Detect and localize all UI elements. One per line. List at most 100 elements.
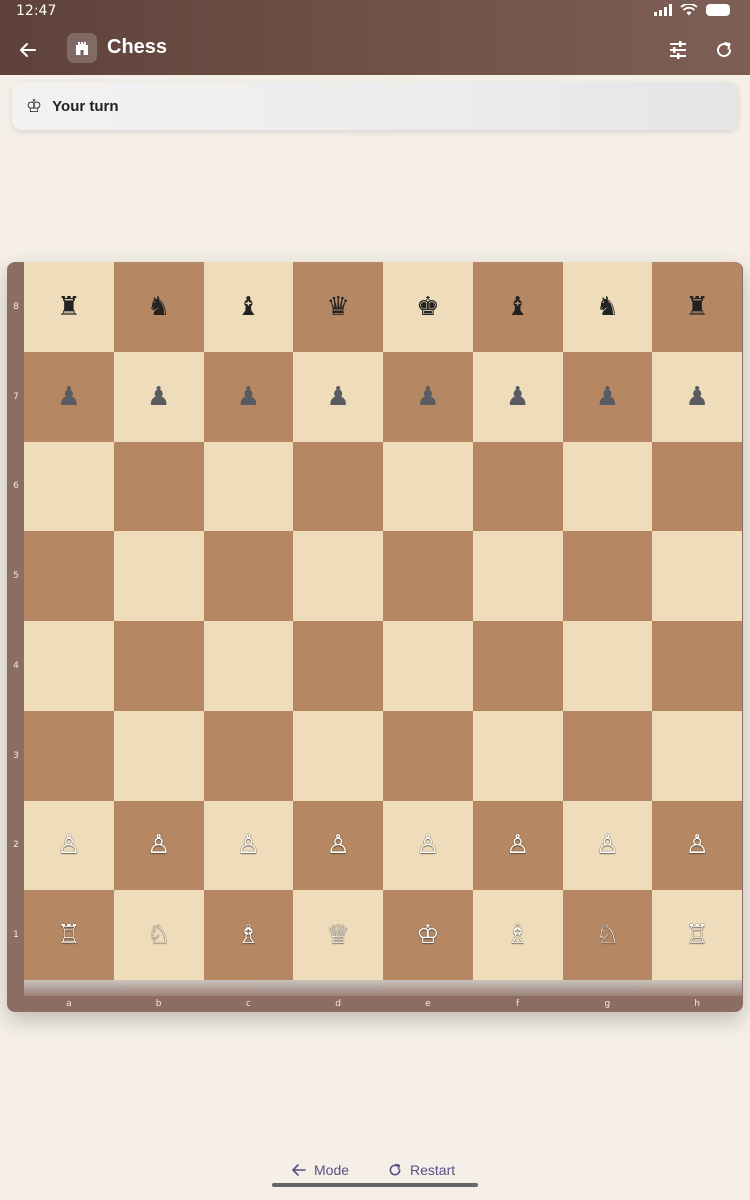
square-g5[interactable] xyxy=(562,531,653,621)
square-c7[interactable]: ♟ xyxy=(203,351,294,442)
square-f2[interactable]: ♙ xyxy=(472,800,563,891)
back-button[interactable] xyxy=(12,34,44,66)
square-e7[interactable]: ♟ xyxy=(383,351,473,442)
black-pawn-piece[interactable]: ♟ xyxy=(57,384,80,410)
square-e4[interactable] xyxy=(383,621,473,711)
square-b6[interactable] xyxy=(113,441,204,532)
square-h7[interactable]: ♟ xyxy=(652,351,742,442)
square-b5[interactable] xyxy=(113,531,204,621)
white-pawn-piece[interactable]: ♙ xyxy=(416,832,439,858)
square-g6[interactable] xyxy=(562,441,653,532)
black-pawn-piece[interactable]: ♟ xyxy=(506,384,529,410)
square-h3[interactable] xyxy=(652,710,742,801)
black-pawn-piece[interactable]: ♟ xyxy=(147,384,170,410)
white-pawn-piece[interactable]: ♙ xyxy=(147,832,170,858)
white-pawn-piece[interactable]: ♙ xyxy=(237,832,260,858)
square-e2[interactable]: ♙ xyxy=(383,800,473,891)
square-f7[interactable]: ♟ xyxy=(472,351,563,442)
square-a6[interactable] xyxy=(24,441,114,532)
white-pawn-piece[interactable]: ♙ xyxy=(326,832,349,858)
square-b7[interactable]: ♟ xyxy=(113,351,204,442)
square-h2[interactable]: ♙ xyxy=(652,800,742,891)
square-a1[interactable]: ♖ xyxy=(24,890,114,980)
black-pawn-piece[interactable]: ♟ xyxy=(237,384,260,410)
square-f8[interactable]: ♝ xyxy=(472,262,563,352)
square-h6[interactable] xyxy=(652,441,742,532)
white-bishop-piece[interactable]: ♗ xyxy=(506,922,529,948)
white-knight-piece[interactable]: ♘ xyxy=(596,922,619,948)
square-b1[interactable]: ♘ xyxy=(113,890,204,980)
black-bishop-piece[interactable]: ♝ xyxy=(506,294,529,320)
square-b8[interactable]: ♞ xyxy=(113,262,204,352)
white-rook-piece[interactable]: ♖ xyxy=(685,922,708,948)
square-a8[interactable]: ♜ xyxy=(24,262,114,352)
square-g2[interactable]: ♙ xyxy=(562,800,653,891)
white-pawn-piece[interactable]: ♙ xyxy=(57,832,80,858)
black-rook-piece[interactable]: ♜ xyxy=(57,294,80,320)
square-d1[interactable]: ♕ xyxy=(293,890,383,980)
square-g1[interactable]: ♘ xyxy=(562,890,653,980)
square-b3[interactable] xyxy=(113,710,204,801)
square-d3[interactable] xyxy=(293,710,383,801)
black-pawn-piece[interactable]: ♟ xyxy=(685,384,708,410)
square-d7[interactable]: ♟ xyxy=(293,351,383,442)
square-c3[interactable] xyxy=(203,710,294,801)
square-c2[interactable]: ♙ xyxy=(203,800,294,891)
black-pawn-piece[interactable]: ♟ xyxy=(326,384,349,410)
black-knight-piece[interactable]: ♞ xyxy=(147,294,170,320)
chess-board[interactable]: ♜ ♞ ♝ ♛ ♚ ♝ ♞ ♜ ♟ ♟ ♟ ♟ ♟ ♟ ♟ ♟ ♙ ♙ ♙ ♙ ♙ ♙ ♙ ♙ ♖ ♘ ♗ ♕ ♔ ♗ ♘ ♖ xyxy=(24,262,742,980)
square-d5[interactable] xyxy=(293,531,383,621)
square-c5[interactable] xyxy=(203,531,294,621)
square-d4[interactable] xyxy=(293,621,383,711)
mode-button[interactable]: Mode xyxy=(292,1162,349,1178)
settings-button[interactable] xyxy=(662,34,694,66)
white-pawn-piece[interactable]: ♙ xyxy=(506,832,529,858)
white-pawn-piece[interactable]: ♙ xyxy=(685,832,708,858)
square-e3[interactable] xyxy=(383,710,473,801)
square-f4[interactable] xyxy=(472,621,563,711)
square-h4[interactable] xyxy=(652,621,742,711)
black-bishop-piece[interactable]: ♝ xyxy=(237,294,260,320)
square-f1[interactable]: ♗ xyxy=(472,890,563,980)
square-a4[interactable] xyxy=(24,621,114,711)
square-d2[interactable]: ♙ xyxy=(293,800,383,891)
black-rook-piece[interactable]: ♜ xyxy=(685,294,708,320)
square-d8[interactable]: ♛ xyxy=(293,262,383,352)
square-f3[interactable] xyxy=(472,710,563,801)
white-bishop-piece[interactable]: ♗ xyxy=(237,922,260,948)
restart-button[interactable]: Restart xyxy=(388,1162,455,1178)
square-a3[interactable] xyxy=(24,710,114,801)
black-pawn-piece[interactable]: ♟ xyxy=(416,384,439,410)
black-queen-piece[interactable]: ♛ xyxy=(326,294,349,320)
square-e8[interactable]: ♚ xyxy=(383,262,473,352)
square-g4[interactable] xyxy=(562,621,653,711)
square-g7[interactable]: ♟ xyxy=(562,351,653,442)
square-h5[interactable] xyxy=(652,531,742,621)
refresh-button[interactable] xyxy=(708,34,740,66)
square-g3[interactable] xyxy=(562,710,653,801)
white-knight-piece[interactable]: ♘ xyxy=(147,922,170,948)
square-b2[interactable]: ♙ xyxy=(113,800,204,891)
square-e6[interactable] xyxy=(383,441,473,532)
square-a2[interactable]: ♙ xyxy=(24,800,114,891)
white-pawn-piece[interactable]: ♙ xyxy=(596,832,619,858)
square-d6[interactable] xyxy=(293,441,383,532)
square-f6[interactable] xyxy=(472,441,563,532)
square-c1[interactable]: ♗ xyxy=(203,890,294,980)
white-rook-piece[interactable]: ♖ xyxy=(57,922,80,948)
square-c6[interactable] xyxy=(203,441,294,532)
square-f5[interactable] xyxy=(472,531,563,621)
white-king-piece[interactable]: ♔ xyxy=(416,922,439,948)
square-c8[interactable]: ♝ xyxy=(203,262,294,352)
black-pawn-piece[interactable]: ♟ xyxy=(596,384,619,410)
square-g8[interactable]: ♞ xyxy=(562,262,653,352)
square-h8[interactable]: ♜ xyxy=(652,262,742,352)
white-queen-piece[interactable]: ♕ xyxy=(326,922,349,948)
square-e5[interactable] xyxy=(383,531,473,621)
square-b4[interactable] xyxy=(113,621,204,711)
square-h1[interactable]: ♖ xyxy=(652,890,742,980)
square-a5[interactable] xyxy=(24,531,114,621)
black-king-piece[interactable]: ♚ xyxy=(416,294,439,320)
square-a7[interactable]: ♟ xyxy=(24,351,114,442)
square-c4[interactable] xyxy=(203,621,294,711)
